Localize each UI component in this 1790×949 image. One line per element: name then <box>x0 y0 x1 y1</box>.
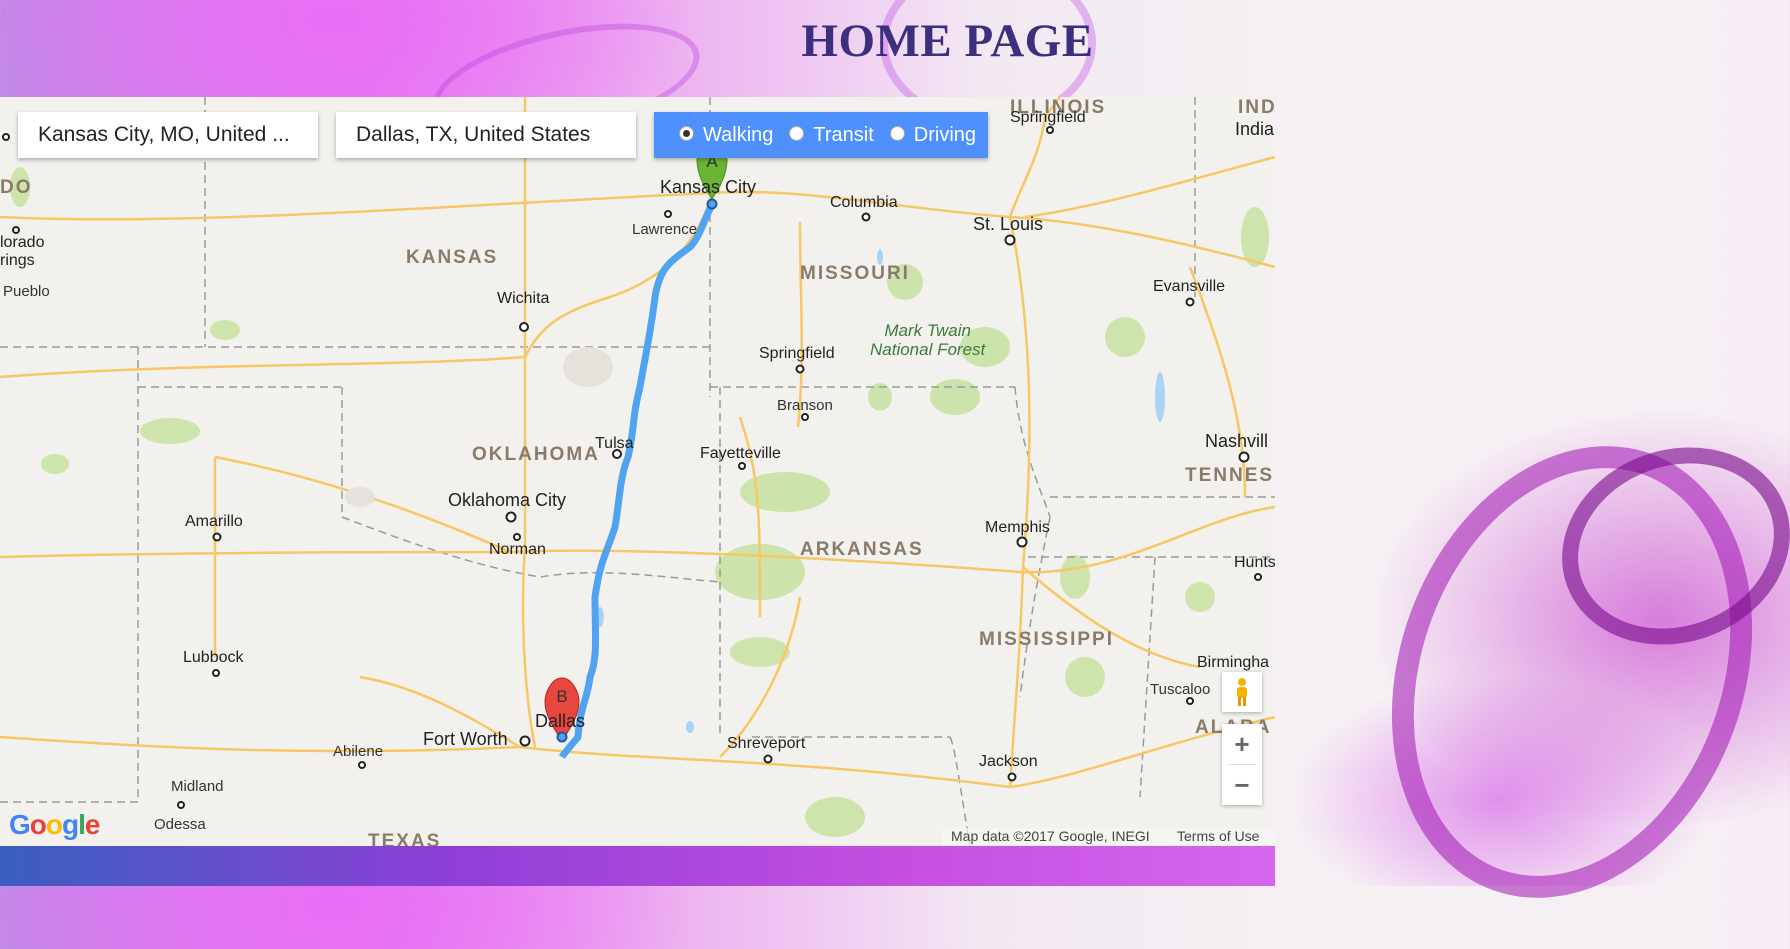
mode-transit[interactable]: Transit <box>789 123 874 147</box>
mode-walking[interactable]: Walking <box>679 124 773 147</box>
travel-mode-selector: Walking Transit Driving <box>654 112 988 158</box>
city-label-midland: Midland <box>171 778 224 795</box>
state-label-mississippi: MISSISSIPPI <box>979 629 1114 650</box>
city-label-fort-worth: Fort Worth <box>423 729 508 749</box>
route-line <box>558 203 716 759</box>
street-view-pegman-icon[interactable] <box>1222 672 1262 712</box>
city-label-birmingham: Birmingha <box>1197 654 1270 671</box>
city-label-oklahoma-city: Oklahoma City <box>448 490 567 510</box>
city-label-columbia: Columbia <box>830 194 898 211</box>
city-label-colorado-springs-1: lorado <box>0 234 45 251</box>
google-logo: Google <box>9 809 100 840</box>
zoom-controls: + − <box>1222 724 1262 805</box>
mode-transit-radio[interactable] <box>789 125 805 141</box>
city-label-colorado-springs-2: rings <box>0 252 35 269</box>
city-label-evansville: Evansville <box>1153 278 1226 295</box>
city-label-tuscaloosa: Tuscaloo <box>1150 681 1211 698</box>
city-label-springfield-mo: Springfield <box>759 345 835 362</box>
city-label-wichita: Wichita <box>497 290 550 307</box>
mode-driving[interactable]: Driving <box>889 123 977 147</box>
origin-input[interactable]: Kansas City, MO, United ... <box>18 112 318 158</box>
city-label-indiana: India <box>1235 119 1275 139</box>
city-label-norman: Norman <box>489 541 546 558</box>
map-canvas[interactable]: A B ILLINOIS IND KANSAS MISSOURI OKLAHOM… <box>0 97 1275 846</box>
destination-input[interactable]: Dallas, TX, United States <box>336 112 636 158</box>
forest-label-line1: Mark Twain <box>884 321 971 340</box>
state-label-oklahoma: OKLAHOMA <box>472 444 600 465</box>
zoom-out-button[interactable]: − <box>1222 765 1262 805</box>
city-label-amarillo: Amarillo <box>185 513 243 530</box>
city-label-abilene: Abilene <box>333 743 384 760</box>
city-label-kansas-city: Kansas City <box>660 177 757 197</box>
map-attribution: Map data ©2017 Google, INEGI <box>951 828 1150 844</box>
state-label-colorado: DO <box>0 177 33 198</box>
state-label-arkansas: ARKANSAS <box>800 539 924 560</box>
state-label-tennessee: TENNES <box>1185 465 1275 486</box>
city-label-springfield-il: Springfield <box>1010 109 1086 126</box>
bottom-decoration <box>0 846 1275 886</box>
map-base-layer: A B <box>0 97 1275 846</box>
city-label-odessa: Odessa <box>154 816 206 833</box>
state-label-kansas: KANSAS <box>406 247 499 268</box>
city-label-jackson: Jackson <box>979 753 1038 770</box>
city-label-shreveport: Shreveport <box>727 735 806 752</box>
state-label-texas: TEXAS <box>368 831 442 846</box>
mode-driving-radio[interactable] <box>889 125 905 141</box>
city-label-st-louis: St. Louis <box>973 214 1044 234</box>
zoom-in-button[interactable]: + <box>1222 724 1262 764</box>
mode-walking-radio[interactable] <box>679 125 694 141</box>
state-label-indiana: IND <box>1238 97 1275 118</box>
terms-of-use-link[interactable]: Terms of Use <box>1177 828 1259 844</box>
city-label-branson: Branson <box>777 397 833 414</box>
city-label-lubbock: Lubbock <box>183 649 244 666</box>
state-label-missouri: MISSOURI <box>800 263 910 284</box>
mode-walking-label: Walking <box>703 123 774 146</box>
city-label-lawrence: Lawrence <box>632 221 698 238</box>
city-label-huntsville: Huntsv <box>1234 554 1275 571</box>
page-title: HOME PAGE <box>801 15 1094 67</box>
forest-label: Mark Twain National Forest <box>870 321 985 359</box>
city-label-nashville: Nashvill <box>1205 431 1269 451</box>
city-label-pueblo: Pueblo <box>3 283 50 300</box>
city-label-memphis: Memphis <box>985 519 1050 536</box>
mode-transit-label: Transit <box>813 123 874 146</box>
city-label-tulsa: Tulsa <box>595 435 634 452</box>
forest-label-line2: National Forest <box>870 340 986 359</box>
end-marker-label: B <box>556 687 567 706</box>
city-label-dallas: Dallas <box>535 711 586 731</box>
city-label-fayetteville: Fayetteville <box>700 445 781 462</box>
mode-driving-label: Driving <box>913 123 977 146</box>
